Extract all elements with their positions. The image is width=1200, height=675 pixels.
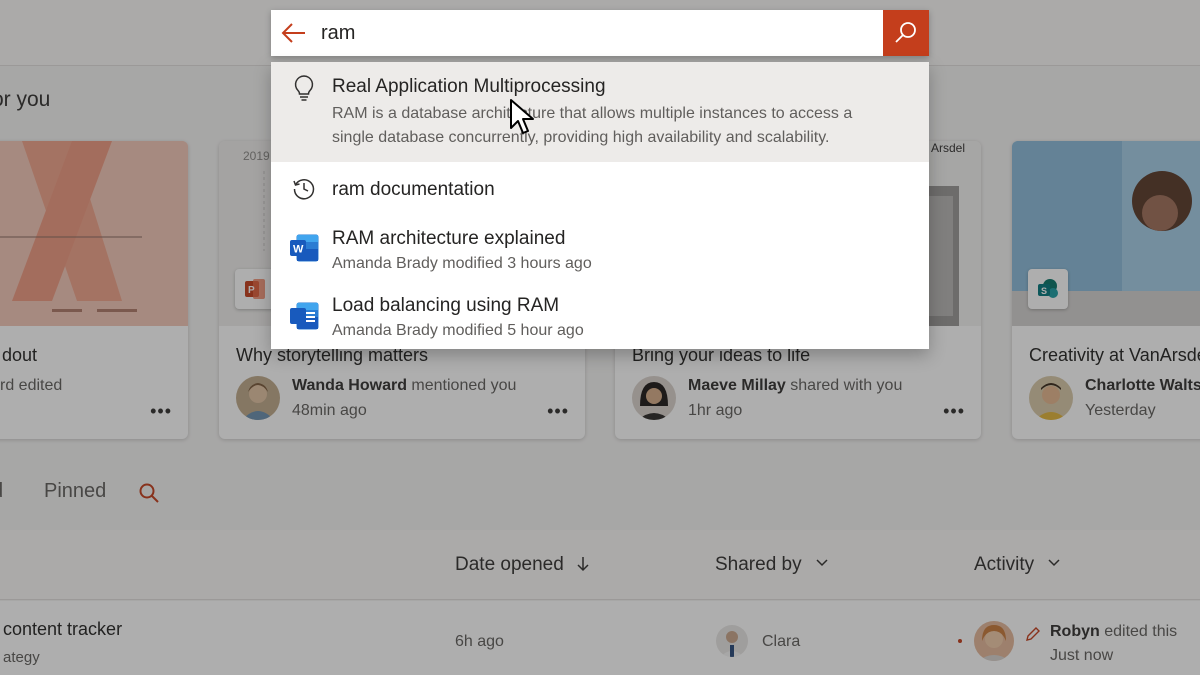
suggestion-history[interactable]: ram documentation [271, 162, 929, 216]
search-suggestions: Real Application Multiprocessing RAM is … [271, 62, 929, 349]
suggestion-title: RAM architecture explained [332, 228, 566, 249]
suggestion-title: Real Application Multiprocessing [332, 76, 606, 97]
search-icon [895, 22, 916, 43]
search-button[interactable] [883, 10, 929, 56]
suggestion-description: RAM is a database architecture that allo… [332, 105, 853, 146]
arrow-left-icon [281, 23, 305, 43]
svg-text:W: W [293, 244, 304, 256]
word-icon: W [288, 232, 320, 269]
lightbulb-icon [291, 74, 317, 107]
search-bar [271, 10, 929, 56]
word-icon [288, 300, 320, 337]
suggestion-file[interactable]: Load balancing using RAM Amanda Brady mo… [271, 290, 929, 350]
suggestion-definition[interactable]: Real Application Multiprocessing RAM is … [271, 62, 929, 162]
suggestion-subtitle: Amanda Brady modified 3 hours ago [332, 255, 592, 272]
history-icon [291, 176, 317, 207]
suggestion-file[interactable]: W RAM architecture explained Amanda Brad… [271, 222, 929, 282]
back-button[interactable] [271, 10, 317, 56]
suggestion-title: ram documentation [332, 179, 495, 200]
suggestion-subtitle: Amanda Brady modified 5 hour ago [332, 322, 584, 339]
search-input[interactable] [321, 18, 877, 48]
suggestion-title: Load balancing using RAM [332, 295, 560, 316]
mouse-cursor-icon [509, 98, 535, 141]
